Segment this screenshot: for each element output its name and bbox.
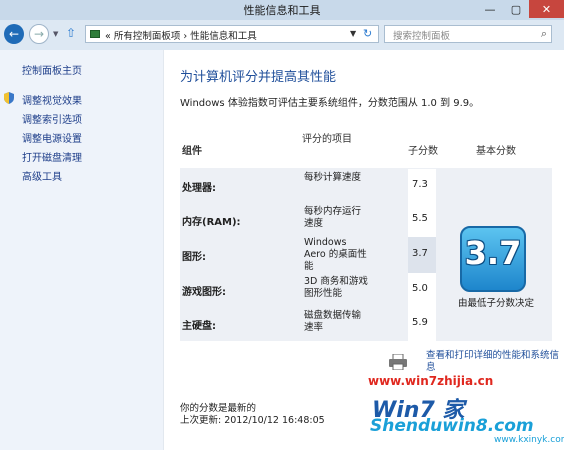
page-title: 为计算机评分并提高其性能 (180, 70, 337, 85)
maximize-button[interactable]: ▢ (503, 0, 529, 18)
address-bar[interactable]: « 所有控制面板项 › 性能信息和工具 ▼ ↻ (85, 25, 379, 43)
search-box[interactable]: 搜索控制面板 ⌕ (384, 25, 552, 43)
component-description: 每秒内存运行速度 (304, 206, 362, 229)
breadcrumb-separator[interactable]: › (183, 31, 187, 42)
watermark-text: Shenduwin8.com (370, 416, 534, 436)
column-header-base-score: 基本分数 (476, 146, 516, 157)
component-label: 主硬盘: (182, 321, 216, 332)
sidebar-home-link[interactable]: 控制面板主页 (22, 62, 82, 77)
column-header-subscore: 子分数 (408, 146, 438, 157)
table-row: 处理器: 每秒计算速度 7.3 (180, 169, 552, 203)
component-description: 3D 商务和游戏图形性能 (304, 276, 368, 299)
watermark-text: www.kxinyk.com (494, 435, 564, 445)
sidebar-item-advanced-tools[interactable]: 高级工具 (22, 168, 62, 183)
component-subscore: 5.5 (412, 213, 428, 224)
forward-arrow-icon[interactable]: → (29, 24, 49, 44)
history-dropdown-icon[interactable]: ▼ (53, 30, 58, 38)
component-subscore: 5.0 (412, 283, 428, 294)
sidebar-item-disk-cleanup[interactable]: 打开磁盘清理 (22, 149, 82, 164)
printer-icon (389, 354, 407, 370)
breadcrumb-current[interactable]: 性能信息和工具 (190, 31, 257, 42)
up-arrow-icon[interactable]: ⇧ (66, 26, 76, 40)
sidebar-item-indexing[interactable]: 调整索引选项 (22, 111, 82, 126)
breadcrumb-root[interactable]: 所有控制面板项 (114, 31, 181, 42)
component-subscore: 7.3 (412, 179, 428, 190)
component-label: 处理器: (182, 183, 216, 194)
component-label: 图形: (182, 252, 206, 263)
back-arrow-icon[interactable]: ← (4, 24, 24, 44)
close-button[interactable]: ✕ (529, 0, 564, 18)
breadcrumb-prefix[interactable]: « (105, 31, 111, 42)
page-description: Windows 体验指数可评估主要系统组件，分数范围从 1.0 到 9.9。 (180, 98, 480, 109)
base-score-note: 由最低子分数决定 (457, 298, 534, 309)
last-update-time: 上次更新: 2012/10/12 16:48:05 (180, 415, 325, 426)
sidebar-item-visual-effects[interactable]: 调整视觉效果 (22, 92, 82, 107)
sidebar: 控制面板主页 调整视觉效果 调整索引选项 调整电源设置 打开磁盘清理 高级工具 (0, 50, 164, 450)
view-print-details-link[interactable]: 查看和打印详细的性能和系统信息 (426, 350, 560, 374)
title-bar: 性能信息和工具 — ▢ ✕ (0, 0, 564, 20)
search-icon[interactable]: ⌕ (541, 27, 547, 41)
shield-icon (4, 92, 14, 104)
main-content: 为计算机评分并提高其性能 Windows 体验指数可评估主要系统组件，分数范围从… (164, 50, 564, 450)
base-score-badge: 3.7 (460, 226, 526, 292)
component-description: 每秒计算速度 (304, 172, 362, 183)
component-subscore: 3.7 (412, 248, 428, 259)
column-header-rated-item: 评分的项目 (302, 134, 352, 145)
component-label: 内存(RAM): (182, 217, 241, 228)
score-table: 组件 评分的项目 子分数 基本分数 处理器: 每秒计算速度 7.3 内存(RAM… (180, 132, 552, 342)
control-panel-icon (90, 30, 100, 38)
address-dropdown-icon[interactable]: ▼ (350, 29, 356, 38)
search-input[interactable]: 搜索控制面板 (393, 28, 450, 42)
column-header-component: 组件 (182, 146, 202, 157)
component-description: 磁盘数据传输速率 (304, 310, 362, 333)
breadcrumb: « 所有控制面板项 › 性能信息和工具 (105, 28, 257, 42)
component-subscore: 5.9 (412, 317, 428, 328)
watermark-text: www.win7zhijia.cn (368, 374, 494, 388)
refresh-icon[interactable]: ↻ (363, 27, 372, 40)
component-label: 游戏图形: (182, 287, 226, 298)
sidebar-item-power[interactable]: 调整电源设置 (22, 130, 82, 145)
navigation-bar: ← → ▼ ⇧ « 所有控制面板项 › 性能信息和工具 ▼ ↻ 搜索控制面板 ⌕ (0, 20, 564, 50)
component-description: Windows Aero 的桌面性能 (304, 237, 367, 272)
minimize-button[interactable]: — (477, 0, 503, 18)
base-score-value: 3.7 (464, 234, 522, 272)
table-row: 主硬盘: 磁盘数据传输速率 5.9 (180, 307, 552, 341)
